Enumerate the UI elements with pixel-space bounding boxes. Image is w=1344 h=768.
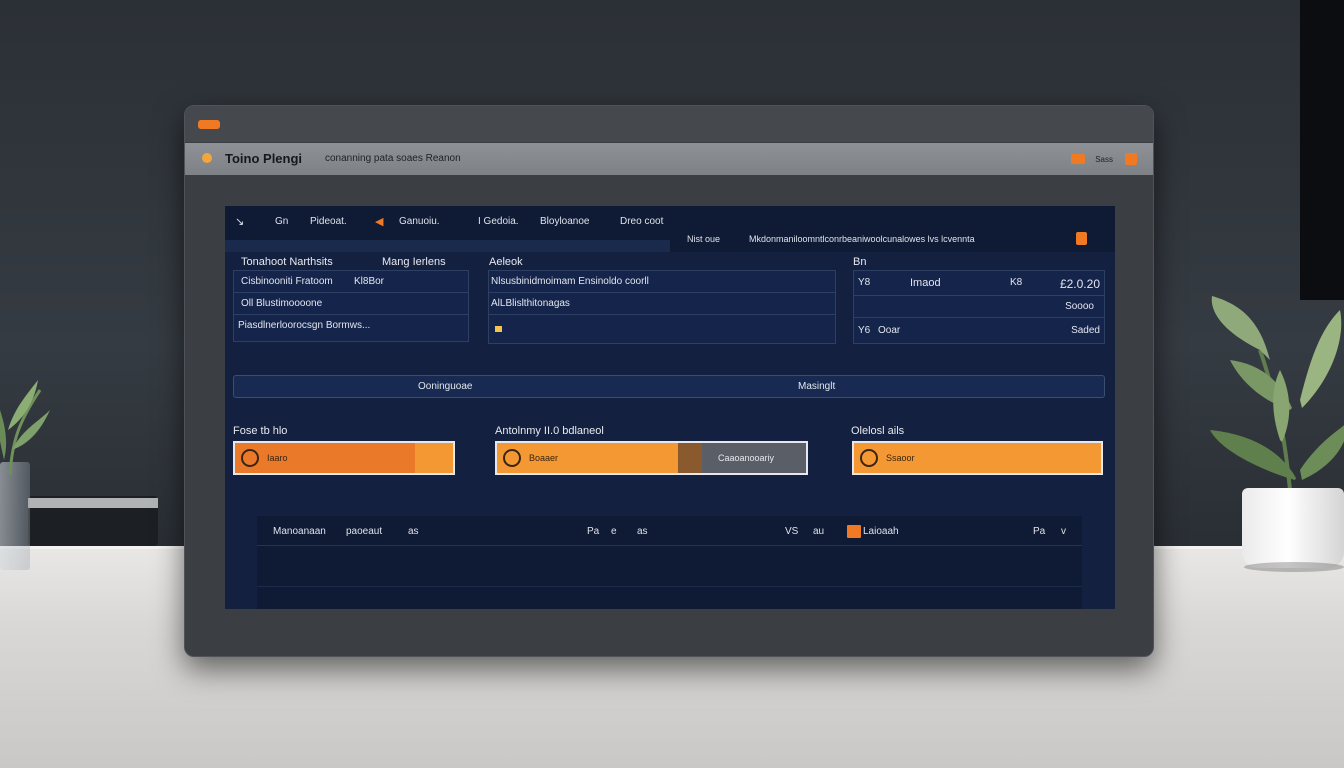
card-title-3: Olelosl ails <box>851 425 905 437</box>
app-title: Toino Plengi <box>225 151 303 166</box>
list-item[interactable]: AlLBlislthitonagas <box>489 293 835 315</box>
left-panel-label-a: Tonahoot Narthsits <box>241 256 333 268</box>
nav-item-dreo-coot[interactable]: Dreo coot <box>620 216 663 227</box>
col-header[interactable]: VS <box>785 526 798 537</box>
app-subtitle: conanning pata soaes Reanon <box>325 153 461 164</box>
middle-panel-label: Aeleok <box>489 256 523 268</box>
row-accent: Kl8Bor <box>354 276 385 287</box>
list-item[interactable]: Y6 Ooar Saded <box>854 318 1104 344</box>
row-icon-y8: Y8 <box>858 277 871 288</box>
edit-icon <box>503 449 521 467</box>
shield-icon <box>241 449 259 467</box>
middle-panel: Nlsusbinidmoimam Ensinoldo coorll AlLBli… <box>488 270 836 344</box>
col-header[interactable]: e <box>611 526 617 537</box>
shelf-top <box>28 498 158 508</box>
notification-icon[interactable] <box>1071 154 1085 164</box>
card-2-side: Caaoanooariy <box>718 453 775 463</box>
list-item[interactable]: Piasdlnerloorocsgn Bormws... <box>234 315 468 337</box>
data-table: Manoanaan paoeaut as Pa e as VS au Laioa… <box>257 516 1082 609</box>
list-item[interactable]: Oll Blustimoooone <box>234 293 468 315</box>
plant-left-icon <box>0 380 50 476</box>
plant-pot <box>1242 488 1344 568</box>
window-titlebar <box>185 106 1153 142</box>
nav-item-gn[interactable]: Gn <box>275 216 288 227</box>
arrow-icon[interactable]: ↘ <box>235 215 244 228</box>
monitor: Toino Plengi conanning pata soaes Reanon… <box>184 105 1154 657</box>
nav-item-pideoat[interactable]: Pideoat. <box>310 216 347 227</box>
flag-icon: ◀ <box>375 216 384 228</box>
summary-bar[interactable]: Ooninguoae Masinglt <box>233 375 1105 398</box>
row-icon-y6: Y6 <box>858 325 871 336</box>
list-item[interactable]: Y8 Imaod K8 £2.0.20 <box>854 271 1104 296</box>
price-value: £2.0.20 <box>1059 277 1100 291</box>
left-panel: Cisbinooniti Fratoom Kl8Bor Oll Blustimo… <box>233 270 469 342</box>
col-header[interactable]: au <box>813 526 824 537</box>
card-title-2: Antolnmy II.0 bdlaneol <box>495 425 604 437</box>
list-item[interactable]: Soooo <box>854 296 1104 318</box>
col-header[interactable]: Manoanaan <box>273 526 326 537</box>
summary-left: Ooninguoae <box>418 381 473 392</box>
card-2-label: Boaaer <box>529 453 559 463</box>
col-header[interactable]: as <box>408 526 419 537</box>
right-panel: Y8 Imaod K8 £2.0.20 Soooo Y6 Ooar Saded <box>853 270 1105 344</box>
col-header[interactable]: as <box>637 526 648 537</box>
app-logo-icon <box>202 153 212 163</box>
header-control-label[interactable]: Sass <box>1095 155 1113 164</box>
status-square-icon <box>495 326 502 332</box>
nav-item-ganuoiu[interactable]: Ganuoiu. <box>399 216 440 227</box>
col-header[interactable]: v <box>1061 526 1066 537</box>
card-2[interactable]: Boaaer Caaoanooariy <box>495 441 808 475</box>
card-3[interactable]: Ssaoor <box>852 441 1103 475</box>
table-divider <box>257 586 1082 587</box>
app-header: Toino Plengi conanning pata soaes Reanon… <box>185 143 1153 175</box>
row-accent: K8 <box>1010 277 1023 288</box>
menu-icon[interactable] <box>1125 153 1137 165</box>
top-nav: ↘ Gn Pideoat. ◀ Ganuoiu. I Gedoia. Bloyl… <box>225 206 1115 252</box>
card-2-segment: Caaoanooariy <box>678 443 806 473</box>
nav-underline <box>225 240 670 252</box>
right-panel-label: Bn <box>853 256 867 268</box>
card-fill <box>235 443 415 473</box>
col-header[interactable]: Pa <box>1033 526 1045 537</box>
app-screen: ↘ Gn Pideoat. ◀ Ganuoiu. I Gedoia. Bloyl… <box>225 206 1115 609</box>
wall-edge <box>1300 0 1344 300</box>
search-text: Mkdonmaniloomntlconrbeaniwoolcunalowes l… <box>749 234 975 244</box>
summary-right: Masinglt <box>798 381 836 392</box>
edit-icon <box>860 449 878 467</box>
col-header[interactable]: paoeaut <box>346 526 382 537</box>
nav-item-bloyloanoe[interactable]: Bloyloanoe <box>540 216 589 227</box>
card-title-1: Fose tb hlo <box>233 425 288 437</box>
card-3-label: Ssaoor <box>886 453 915 463</box>
list-item[interactable]: Cisbinooniti Fratoom Kl8Bor <box>234 271 468 293</box>
list-item[interactable]: Nlsusbinidmoimam Ensinoldo coorll <box>489 271 835 293</box>
list-item[interactable] <box>489 315 835 343</box>
filter-icon[interactable] <box>847 525 861 538</box>
brand-icon <box>198 120 220 129</box>
left-panel-label-b: Mang Ierlens <box>382 256 446 268</box>
card-1[interactable]: Iaaro <box>233 441 455 475</box>
search-strip[interactable]: Nist oue Mkdonmaniloomntlconrbeaniwoolcu… <box>685 230 1075 250</box>
card-1-label: Iaaro <box>267 453 288 463</box>
pot-shadow <box>1244 562 1344 572</box>
col-header[interactable]: Laioaah <box>863 526 899 537</box>
search-label: Nist oue <box>687 234 721 244</box>
plant-right-icon <box>1210 296 1344 491</box>
nav-badge-icon[interactable] <box>1076 232 1087 245</box>
table-header: Manoanaan paoeaut as Pa e as VS au Laioa… <box>257 516 1082 546</box>
nav-item-gedoia[interactable]: I Gedoia. <box>478 216 519 227</box>
col-header[interactable]: Pa <box>587 526 599 537</box>
